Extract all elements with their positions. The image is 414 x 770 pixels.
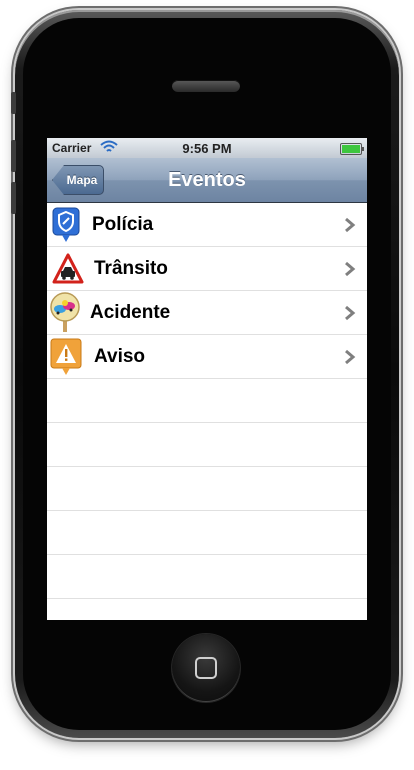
list-item-policia[interactable]: Polícia (47, 203, 367, 247)
home-button[interactable] (172, 634, 240, 702)
accident-pin-icon (50, 292, 80, 332)
chevron-right-icon (345, 217, 356, 233)
chevron-right-icon (345, 349, 356, 365)
page-title: Eventos (168, 169, 246, 191)
list-item-aviso[interactable]: Aviso (47, 335, 367, 379)
home-square-icon (195, 657, 217, 679)
navigation-bar: Mapa Eventos (47, 158, 367, 203)
list-item-label: Acidente (90, 302, 171, 323)
status-time: 9:56 PM (182, 141, 232, 156)
events-list: Polícia Trânsito Acidente Aviso (47, 203, 367, 599)
list-item-label: Aviso (94, 346, 146, 367)
battery-icon (340, 143, 364, 155)
volume-up-button (11, 140, 16, 172)
chevron-right-icon (345, 261, 356, 277)
warning-icon (50, 338, 82, 375)
police-shield-icon (52, 207, 80, 242)
screen: Carrier 9:56 PM Mapa Eventos Polícia Trâ… (47, 138, 367, 620)
volume-down-button (11, 182, 16, 214)
status-bar: Carrier 9:56 PM (47, 138, 367, 158)
list-item-acidente[interactable]: Acidente (47, 291, 367, 335)
empty-list-row (47, 379, 367, 423)
list-item-label: Trânsito (94, 258, 168, 279)
mute-switch (11, 92, 16, 114)
empty-list-row (47, 467, 367, 511)
chevron-right-icon (345, 305, 356, 321)
empty-list-row (47, 423, 367, 467)
empty-list-row (47, 511, 367, 555)
traffic-warning-icon (52, 253, 84, 284)
list-item-label: Polícia (92, 214, 154, 235)
list-item-transito[interactable]: Trânsito (47, 247, 367, 291)
earpiece-speaker (172, 80, 240, 92)
empty-list-row (47, 555, 367, 599)
